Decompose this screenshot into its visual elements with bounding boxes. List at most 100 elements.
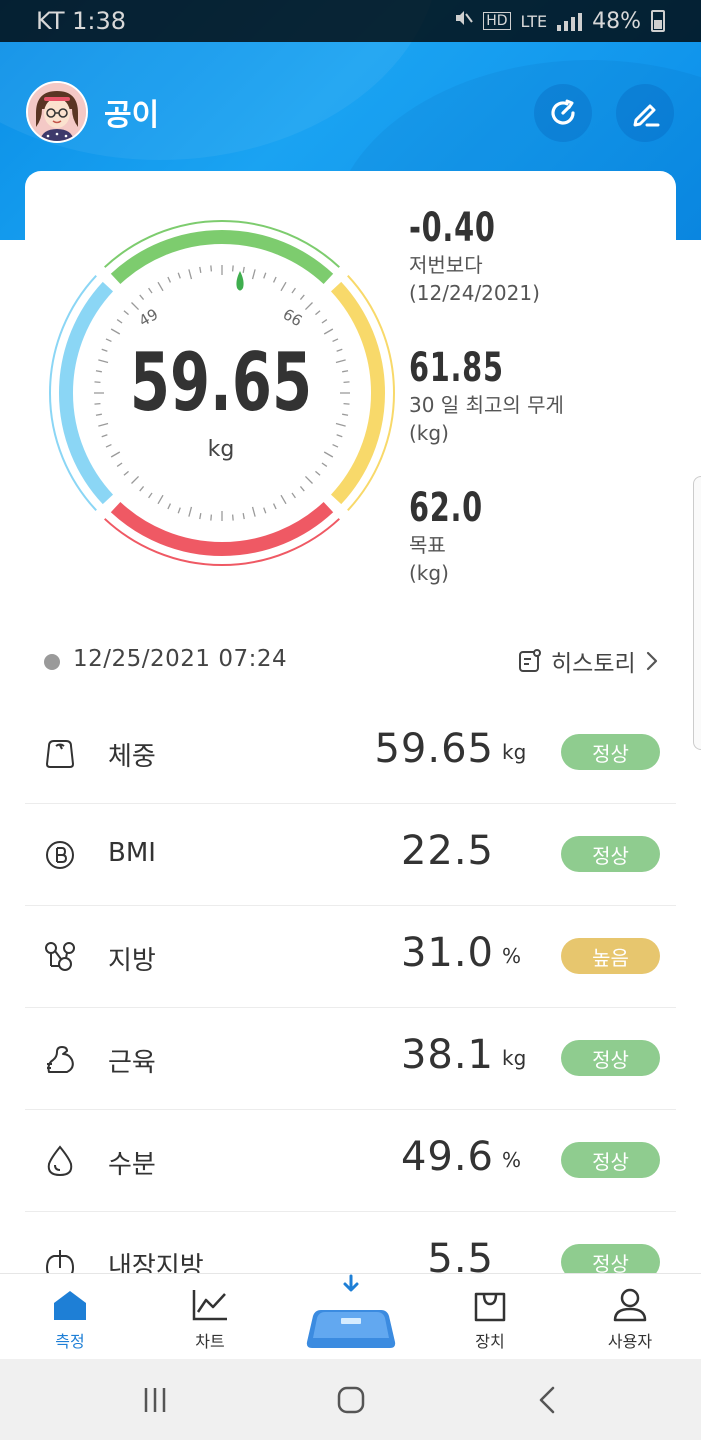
gauge-tick [101, 434, 108, 438]
gauge-tick [242, 513, 245, 520]
avatar[interactable] [26, 81, 88, 143]
gauge-tick [323, 328, 334, 335]
battery-icon [651, 10, 665, 32]
gauge-tick [332, 443, 339, 448]
gauge-tick [272, 276, 277, 283]
gauge-tick [280, 494, 287, 505]
metric-unit: kg [502, 1046, 527, 1070]
gauge-tick [95, 370, 102, 373]
sync-button[interactable] [534, 84, 592, 142]
metric-value: 49.6 [400, 1134, 494, 1180]
gauge-tick [199, 513, 202, 520]
gauge-tick [291, 287, 296, 294]
gauge-tick [188, 506, 193, 517]
gauge-tick [94, 381, 101, 384]
status-icons: HD LTE 48% [453, 8, 665, 34]
gauge-tick [231, 514, 234, 521]
edit-button[interactable] [616, 84, 674, 142]
app-header: 공이 [0, 80, 701, 144]
metric-value: 31.0 [400, 930, 494, 976]
nav-measure-label: 측정 [55, 1332, 85, 1351]
pencil-icon [633, 104, 660, 127]
gauge-tick [167, 276, 172, 283]
device-bag-icon [474, 1292, 506, 1322]
gauge-tick [110, 451, 121, 458]
metric-unit: % [502, 1148, 522, 1172]
gauge-tick [210, 514, 213, 521]
gauge-tick [299, 294, 305, 300]
gauge-tick [332, 338, 339, 343]
gauge-tick [304, 475, 313, 484]
gauge-tick [315, 310, 321, 316]
gauge-tick [167, 503, 172, 510]
scale-device-icon [306, 1310, 396, 1348]
gauge-tick [177, 272, 181, 279]
stat-max: 61.85 30 일 최고의 무게 (kg) [409, 345, 564, 447]
gauge-tick [105, 443, 112, 448]
metric-value: 59.65 [374, 726, 494, 772]
status-badge: 정상 [561, 1040, 660, 1076]
metric-value: 38.1 [400, 1032, 494, 1078]
gauge-tick [210, 265, 213, 272]
metric-row-water[interactable]: 수분 49.6 % 정상 [25, 1110, 676, 1212]
gauge-scale-low: 49 [136, 305, 162, 330]
clock-icon [44, 654, 60, 670]
home-button-icon[interactable] [336, 1385, 366, 1415]
gauge-tick [291, 492, 296, 499]
gauge-tick [342, 413, 349, 416]
gauge-tick [110, 328, 121, 335]
gauge-unit: kg [208, 437, 235, 462]
stat-change-value: -0.40 [409, 205, 496, 251]
recent-apps-icon[interactable] [140, 1385, 170, 1415]
gauge-tick [272, 503, 277, 510]
stat-max-value: 61.85 [409, 345, 504, 391]
gauge-pointer-icon [236, 271, 244, 291]
bottom-navigation: 측정 차트 장치 사용자 [0, 1273, 701, 1359]
gauge-tick [336, 434, 343, 438]
status-badge: 정상 [561, 1142, 660, 1178]
status-badge: 정상 [561, 836, 660, 872]
edge-panel-handle[interactable] [693, 476, 701, 750]
chevron-right-icon [646, 651, 657, 671]
metric-row-weight[interactable]: 체중 59.65 kg 정상 [25, 702, 676, 804]
signal-icon [557, 11, 583, 31]
metric-unit: kg [502, 740, 527, 764]
gauge-tick [116, 319, 123, 324]
gauge-tick [321, 462, 328, 467]
arrow-down-icon [343, 1274, 359, 1292]
nav-chart[interactable]: 차트 [165, 1288, 255, 1352]
metric-unit: % [502, 944, 522, 968]
gauge-tick [263, 507, 267, 514]
nav-measure[interactable]: 측정 [25, 1288, 115, 1352]
gauge-tick [101, 348, 108, 352]
metric-row-bmi[interactable]: BMI 22.5 정상 [25, 804, 676, 906]
scale-icon [45, 740, 75, 768]
metric-row-muscle[interactable]: 근육 38.1 kg 정상 [25, 1008, 676, 1110]
metric-name: 지방 [108, 946, 156, 976]
gauge-tick [131, 475, 140, 484]
stat-goal: 62.0 목표 (kg) [409, 485, 512, 587]
stat-change-date: (12/24/2021) [409, 281, 540, 305]
gauge-tick [280, 281, 287, 292]
gauge-tick [105, 338, 112, 343]
line-chart-icon [192, 1290, 227, 1321]
history-link[interactable]: 히스토리 [517, 644, 660, 678]
system-navigation-bar [0, 1359, 701, 1440]
hd-icon: HD [483, 12, 511, 30]
gauge-tick [157, 281, 164, 292]
metric-row-fat[interactable]: 지방 31.0 % 높음 [25, 906, 676, 1008]
gauge-tick [95, 413, 102, 416]
history-label: 히스토리 [551, 651, 636, 677]
network-label: LTE [520, 11, 548, 31]
back-icon[interactable] [533, 1385, 563, 1415]
water-drop-icon [47, 1145, 73, 1177]
gauge-tick [177, 507, 181, 514]
gauge-tick [299, 486, 305, 492]
mute-icon [453, 8, 473, 34]
metric-value: 22.5 [400, 828, 494, 874]
nav-user[interactable]: 사용자 [585, 1288, 675, 1352]
nav-device[interactable]: 장치 [445, 1288, 535, 1352]
gauge-tick [131, 302, 140, 311]
weigh-scale-button[interactable] [305, 1274, 397, 1358]
gauge-tick [343, 381, 350, 384]
